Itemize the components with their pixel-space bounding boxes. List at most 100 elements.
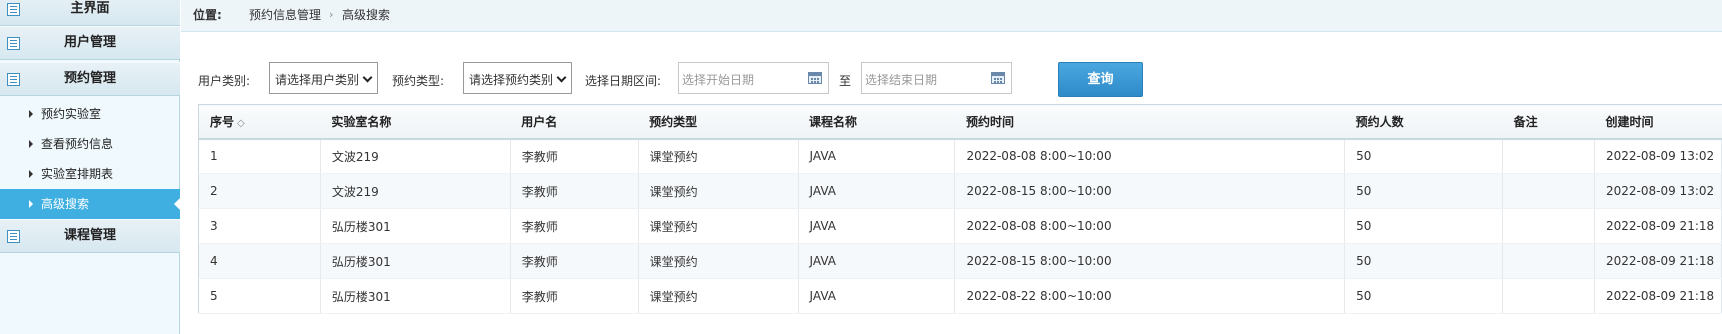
menu-course-management[interactable]: 课程管理 (0, 219, 180, 253)
sidebar-item-label: 实验室排期表 (41, 167, 114, 181)
start-date-placeholder: 选择开始日期 (682, 73, 755, 87)
cell-headcount: 50 (1344, 173, 1504, 209)
column-header-course-name: 课程名称 (798, 104, 955, 140)
booking-type-select-value: 请选择预约类别 (469, 73, 554, 87)
cell-created-at: 2022-08-09 13:02 (1594, 173, 1722, 209)
cell-lab-name: 弘历楼301 (320, 243, 511, 279)
breadcrumb-item-advanced-search: 高级搜索 (342, 8, 391, 22)
end-date-placeholder: 选择结束日期 (865, 73, 938, 87)
cell-created-at: 2022-08-09 21:18 (1594, 278, 1722, 314)
end-date-input[interactable]: 选择结束日期 (861, 62, 1012, 94)
sort-icon[interactable]: ◇ (237, 118, 245, 129)
user-type-select-value: 请选择用户类别 (275, 73, 360, 87)
sidebar-item-label: 预约实验室 (41, 107, 102, 121)
cell-course-name: JAVA (798, 243, 956, 279)
cell-username: 李教师 (510, 173, 639, 209)
cell-booking-type: 课堂预约 (638, 208, 799, 244)
calendar-icon[interactable] (808, 72, 822, 84)
menu-booking-management[interactable]: 预约管理 (0, 62, 180, 96)
cell-headcount: 50 (1344, 278, 1504, 314)
cell-username: 李教师 (510, 138, 639, 174)
chevron-down-icon (362, 72, 373, 83)
cell-headcount: 50 (1344, 138, 1504, 174)
cell-headcount: 50 (1344, 208, 1504, 244)
cell-booking-time: 2022-08-22 8:00~10:00 (954, 278, 1346, 314)
user-type-label: 用户类别: (198, 74, 251, 88)
caret-right-icon (29, 140, 33, 148)
sidebar-item-view-bookings[interactable]: 查看预约信息 (0, 129, 180, 159)
booking-type-select[interactable]: 请选择预约类别 (463, 62, 572, 94)
chevron-down-icon (556, 72, 567, 83)
cell-index: 4 (198, 243, 321, 279)
cell-booking-time: 2022-08-08 8:00~10:00 (954, 208, 1346, 244)
menu-home[interactable]: 主界面 (0, 0, 180, 26)
breadcrumb-item-booking-info[interactable]: 预约信息管理 (249, 0, 321, 30)
cell-index: 2 (198, 173, 321, 209)
caret-right-icon (29, 110, 33, 118)
sidebar-item-book-lab[interactable]: 预约实验室 (0, 99, 180, 129)
column-header-index[interactable]: 序号 ◇ (198, 104, 321, 140)
results-table: 序号 ◇ 实验室名称 用户名 预约类型 课程名称 预约时间 预约人数 备注 创建时… (198, 104, 1722, 314)
cell-remarks (1502, 243, 1595, 279)
booking-type-label: 预约类型: (392, 74, 445, 88)
calendar-icon[interactable] (991, 72, 1005, 84)
cell-lab-name: 弘历楼301 (320, 208, 511, 244)
start-date-input[interactable]: 选择开始日期 (678, 62, 829, 94)
table-header-row: 序号 ◇ 实验室名称 用户名 预约类型 课程名称 预约时间 预约人数 备注 创建时… (198, 104, 1722, 140)
column-header-label: 序号 (210, 114, 235, 129)
table-row[interactable]: 2 文波219 李教师 课堂预约 JAVA 2022-08-15 8:00~10… (198, 173, 1722, 209)
column-header-created-at: 创建时间 (1594, 104, 1722, 140)
column-header-remarks: 备注 (1502, 104, 1595, 140)
user-type-select[interactable]: 请选择用户类别 (269, 62, 378, 94)
table-row[interactable]: 4 弘历楼301 李教师 课堂预约 JAVA 2022-08-15 8:00~1… (198, 243, 1722, 279)
breadcrumb-prefix: 位置: (193, 8, 222, 22)
cell-lab-name: 弘历楼301 (320, 278, 511, 314)
date-range-to: 至 (839, 74, 852, 88)
table-row[interactable]: 3 弘历楼301 李教师 课堂预约 JAVA 2022-08-08 8:00~1… (198, 208, 1722, 244)
cell-headcount: 50 (1344, 243, 1504, 279)
cell-course-name: JAVA (798, 208, 956, 244)
cell-booking-time: 2022-08-15 8:00~10:00 (954, 173, 1346, 209)
sidebar: 主界面 用户管理 预约管理 预约实验室 查看预约信息 实验室排期表 高级搜索 课… (0, 0, 181, 334)
cell-index: 1 (198, 138, 321, 174)
column-header-headcount: 预约人数 (1344, 104, 1503, 140)
table-row[interactable]: 1 文波219 李教师 课堂预约 JAVA 2022-08-08 8:00~10… (198, 138, 1722, 174)
menu-user-management[interactable]: 用户管理 (0, 26, 180, 60)
sidebar-item-advanced-search[interactable]: 高级搜索 (0, 189, 181, 219)
cell-booking-type: 课堂预约 (638, 278, 799, 314)
cell-course-name: JAVA (798, 138, 956, 174)
cell-remarks (1502, 278, 1595, 314)
cell-booking-type: 课堂预约 (638, 138, 799, 174)
column-header-lab-name: 实验室名称 (320, 104, 511, 140)
column-header-booking-time: 预约时间 (954, 104, 1345, 140)
breadcrumb-separator: › (329, 8, 334, 21)
menu-course-management-label: 课程管理 (63, 228, 116, 243)
cell-created-at: 2022-08-09 13:02 (1594, 138, 1722, 174)
cell-lab-name: 文波219 (320, 173, 511, 209)
cell-username: 李教师 (510, 208, 639, 244)
search-filters: 用户类别: 请选择用户类别 预约类型: 请选择预约类别 选择日期区间: 选择开始… (181, 62, 1722, 98)
date-range-label: 选择日期区间: (585, 74, 662, 88)
cell-booking-type: 课堂预约 (638, 243, 799, 279)
cell-course-name: JAVA (798, 278, 956, 314)
query-button[interactable]: 查询 (1058, 62, 1143, 97)
cell-index: 3 (198, 208, 321, 244)
sidebar-item-label: 高级搜索 (41, 197, 90, 211)
cell-username: 李教师 (510, 278, 639, 314)
cell-remarks (1502, 173, 1595, 209)
column-header-username: 用户名 (510, 104, 639, 140)
sidebar-item-label: 查看预约信息 (41, 137, 114, 151)
cell-booking-time: 2022-08-15 8:00~10:00 (954, 243, 1346, 279)
cell-remarks (1502, 138, 1595, 174)
cell-course-name: JAVA (798, 173, 956, 209)
column-header-booking-type: 预约类型 (638, 104, 799, 140)
cell-username: 李教师 (510, 243, 639, 279)
menu-home-label: 主界面 (70, 1, 110, 16)
cell-remarks (1502, 208, 1595, 244)
cell-created-at: 2022-08-09 21:18 (1594, 243, 1722, 279)
table-row[interactable]: 5 弘历楼301 李教师 课堂预约 JAVA 2022-08-22 8:00~1… (198, 278, 1722, 314)
cell-booking-time: 2022-08-08 8:00~10:00 (954, 138, 1346, 174)
cell-lab-name: 文波219 (320, 138, 511, 174)
cell-booking-type: 课堂预约 (638, 173, 799, 209)
sidebar-item-lab-schedule[interactable]: 实验室排期表 (0, 159, 180, 189)
